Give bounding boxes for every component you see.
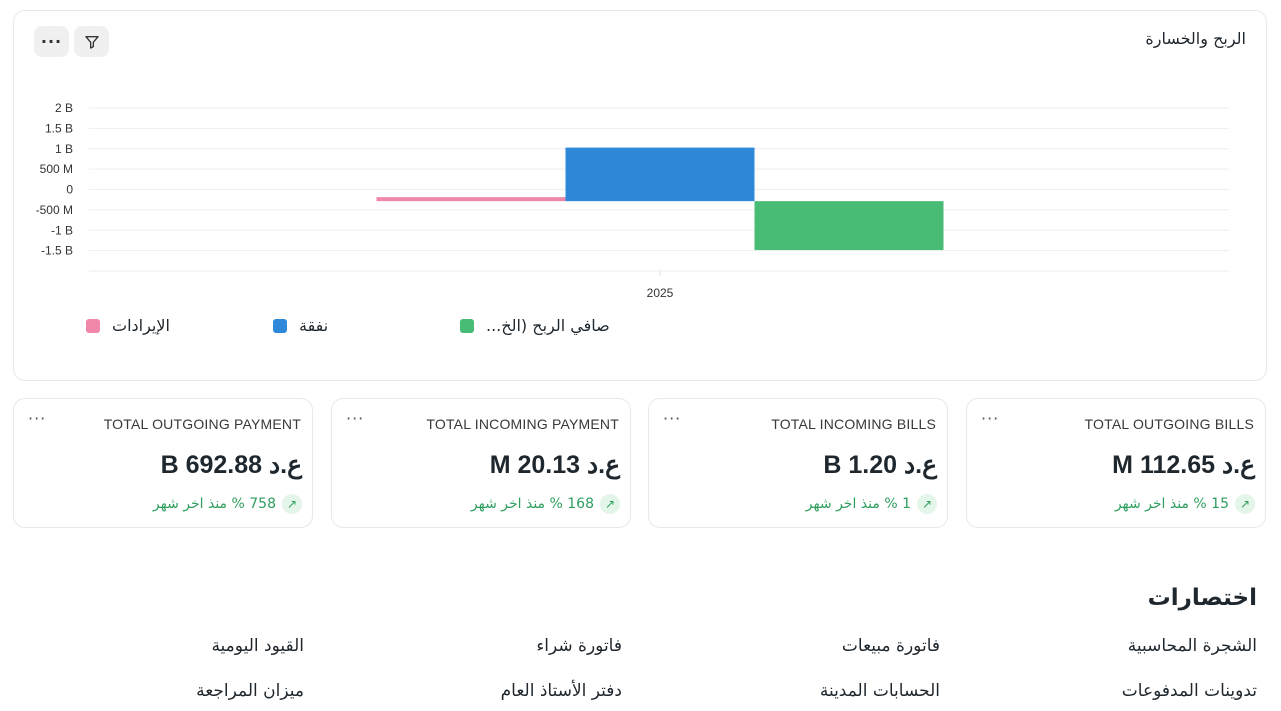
shortcut-payment-entries[interactable]: تدوينات المدفوعات (1122, 681, 1257, 701)
shortcut-trial-balance[interactable]: ميزان المراجعة (196, 681, 304, 701)
trend-up-icon: ↗ (1235, 494, 1255, 514)
chart-plot: 2 B 1.5 B 1 B 500 M 0 -500 M -1 B -1.5 B 2025 (36, 101, 1229, 300)
y-tick-label: 1 B (55, 142, 73, 156)
stat-change: ↗ 1 % منذ اخر شهر (806, 494, 937, 514)
shortcut-journal-entries[interactable]: القيود اليومية (211, 636, 304, 656)
stat-change: ↗ 758 % منذ اخر شهر (153, 494, 302, 514)
legend-item-revenue[interactable]: الإيرادات (86, 316, 170, 335)
x-tick-label: 2025 (647, 286, 674, 300)
stat-change-text: 1 % منذ اخر شهر (805, 496, 911, 512)
stat-title: TOTAL OUTGOING PAYMENT (103, 416, 301, 432)
stat-change-text: 15 % منذ اخر شهر (1114, 496, 1229, 512)
shortcut-purchase-invoice[interactable]: فاتورة شراء (536, 636, 622, 656)
stat-card-outgoing-bills[interactable]: ··· TOTAL OUTGOING BILLS ع.د 112.65 M ↗ … (966, 398, 1266, 528)
legend-label: نفقة (299, 316, 329, 335)
stat-change: ↗ 15 % منذ اخر شهر (1115, 494, 1255, 514)
legend-label: ...صافي الربح (الخ (486, 316, 610, 335)
stat-change: ↗ 168 % منذ اخر شهر (471, 494, 620, 514)
trend-up-icon: ↗ (282, 494, 302, 514)
y-tick-label: 500 M (40, 162, 73, 176)
bar (565, 147, 755, 202)
y-tick-label: 2 B (55, 101, 73, 115)
shortcut-general-ledger[interactable]: دفتر الأستاذ العام (501, 681, 622, 701)
y-tick-label: -1 B (51, 223, 73, 237)
trend-up-icon: ↗ (917, 494, 937, 514)
stat-title: TOTAL INCOMING BILLS (771, 416, 936, 432)
legend-swatch (460, 318, 474, 333)
bar (754, 201, 944, 251)
y-tick-label: -500 M (36, 203, 73, 217)
stat-value: ع.د 112.65 M (1112, 451, 1255, 479)
more-horizontal-icon[interactable]: ··· (981, 409, 999, 428)
shortcuts-title: اختصارات (1147, 585, 1257, 611)
stat-change-text: 168 % منذ اخر شهر (470, 496, 594, 512)
legend-label: الإيرادات (112, 316, 170, 335)
stat-card-incoming-payment[interactable]: ··· TOTAL INCOMING PAYMENT ع.د 20.13 M ↗… (331, 398, 631, 528)
stat-card-outgoing-payment[interactable]: ··· TOTAL OUTGOING PAYMENT ع.د 692.88 B … (13, 398, 313, 528)
y-tick-label: 1.5 B (45, 121, 73, 135)
y-tick-label: -1.5 B (41, 244, 73, 258)
shortcut-sales-invoice[interactable]: فاتورة مبيعات (842, 636, 940, 656)
more-horizontal-icon[interactable]: ··· (28, 409, 46, 428)
stat-title: TOTAL INCOMING PAYMENT (426, 416, 619, 432)
stat-change-text: 758 % منذ اخر شهر (152, 496, 276, 512)
shortcut-accounts-receivable[interactable]: الحسابات المدينة (820, 681, 940, 701)
stat-value: ع.د 20.13 M (489, 451, 620, 479)
more-horizontal-icon[interactable]: ··· (663, 409, 681, 428)
bar (376, 197, 566, 202)
legend-item-net-profit[interactable]: ...صافي الربح (الخ (460, 316, 610, 335)
stat-card-incoming-bills[interactable]: ··· TOTAL INCOMING BILLS ع.د 1.20 B ↗ 1 … (648, 398, 948, 528)
more-horizontal-icon[interactable]: ··· (346, 409, 364, 428)
shortcut-chart-of-accounts[interactable]: الشجرة المحاسبية (1128, 636, 1257, 656)
stat-value: ع.د 692.88 B (160, 451, 302, 479)
stat-title: TOTAL OUTGOING BILLS (1084, 416, 1254, 432)
legend-swatch (86, 318, 100, 333)
y-tick-label: 0 (66, 183, 73, 197)
stat-value: ع.د 1.20 B (823, 451, 937, 479)
profit-loss-chart-card: الربح والخسارة ··· 2 B 1.5 B1 B 500 M 0 -500… (13, 10, 1267, 381)
trend-up-icon: ↗ (600, 494, 620, 514)
legend-item-expense[interactable]: نفقة (273, 316, 328, 335)
legend-swatch (273, 318, 287, 333)
